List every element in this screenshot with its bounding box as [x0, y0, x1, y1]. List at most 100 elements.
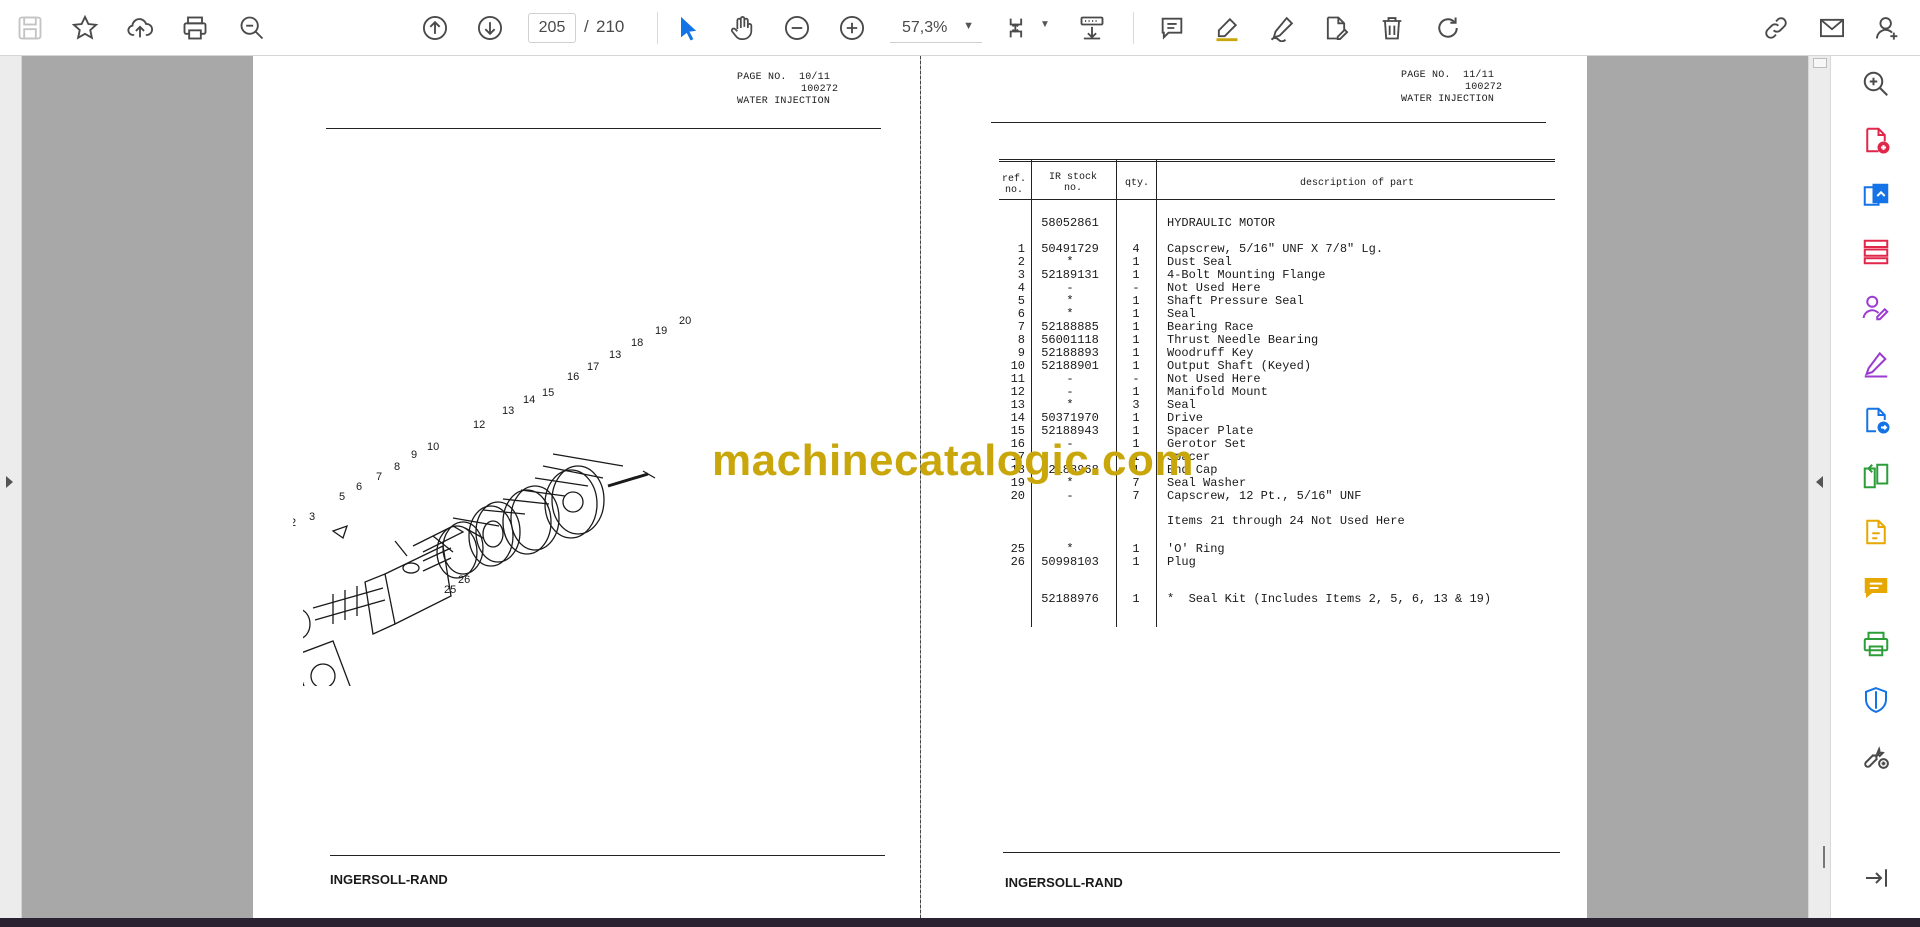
svg-text:2: 2	[293, 517, 296, 529]
bookmark-star-icon[interactable]	[67, 10, 103, 46]
page-total: 210	[596, 17, 625, 36]
page-separator: /	[584, 17, 589, 36]
cell-stock: 50998103	[1041, 555, 1099, 569]
zoom-level-value: 57,3%	[902, 18, 948, 36]
scroll-mode-icon[interactable]	[1074, 10, 1110, 46]
watermark-text: machinecatalogic.com	[712, 436, 1194, 485]
send-for-review-icon[interactable]	[1858, 402, 1894, 438]
search-zoom-icon[interactable]	[1858, 66, 1894, 102]
chevron-down-icon[interactable]: ▼	[1040, 19, 1050, 30]
cell-desc: HYDRAULIC MOTOR	[1167, 216, 1276, 230]
zoom-out-icon[interactable]	[779, 10, 815, 46]
svg-text:25: 25	[444, 584, 456, 596]
section-title: WATER INJECTION	[737, 96, 831, 107]
chevron-down-icon: ▼	[963, 20, 974, 32]
scrollbar-top	[1813, 58, 1827, 68]
svg-text:15: 15	[542, 387, 554, 399]
protect-shield-icon[interactable]	[1858, 682, 1894, 718]
sign-icon[interactable]	[1264, 10, 1300, 46]
zoom-search-icon[interactable]	[234, 10, 270, 46]
svg-text:13: 13	[502, 405, 514, 417]
toolbar-divider	[657, 12, 658, 44]
save-icon[interactable]	[12, 10, 48, 46]
col-description: description of part	[1299, 178, 1415, 189]
svg-text:13: 13	[609, 349, 621, 361]
cell-stock: -	[1066, 489, 1074, 503]
select-cursor-icon[interactable]	[670, 10, 706, 46]
collapse-panel-icon[interactable]	[1858, 860, 1894, 896]
export-pdf-icon[interactable]	[1858, 178, 1894, 214]
footer-rule	[330, 855, 885, 856]
share-link-icon[interactable]	[1758, 10, 1794, 46]
page-header: PAGE NO. 11/11 100272 WATER INJECTION	[1401, 70, 1502, 106]
rotate-icon[interactable]	[1430, 10, 1466, 46]
upload-cloud-icon[interactable]	[122, 10, 158, 46]
scrollbar-thumb[interactable]	[1823, 846, 1825, 868]
svg-text:12: 12	[473, 419, 485, 431]
edit-pdf-icon[interactable]	[1318, 10, 1354, 46]
svg-text:17: 17	[587, 361, 599, 373]
doc-number: 100272	[801, 84, 839, 95]
page-no-label: PAGE NO.	[1401, 70, 1451, 81]
footer-brand: INGERSOLL-RAND	[330, 872, 448, 887]
diagram-callouts: 123 567 8910 121314 151617 131819 202526	[293, 315, 691, 596]
page-number-input[interactable]	[528, 13, 576, 43]
svg-text:8: 8	[394, 461, 400, 473]
next-page-icon[interactable]	[472, 10, 508, 46]
collapse-right-icon[interactable]	[1816, 476, 1823, 488]
footer-brand: INGERSOLL-RAND	[1005, 875, 1123, 890]
doc-number: 100272	[1465, 82, 1503, 93]
page-no-value: 10/11	[799, 72, 831, 83]
delete-icon[interactable]	[1374, 10, 1410, 46]
edit-text-icon[interactable]	[1858, 514, 1894, 550]
cell-desc: * Seal Kit (Includes Items 2, 5, 6, 13 &…	[1167, 592, 1492, 606]
page-fit-icon[interactable]	[1002, 10, 1038, 46]
print-icon[interactable]	[177, 10, 213, 46]
vertical-scrollbar[interactable]	[1808, 56, 1830, 918]
more-tools-icon[interactable]	[1858, 738, 1894, 774]
comment-icon[interactable]	[1154, 10, 1190, 46]
header-rule	[326, 128, 881, 129]
tools-panel	[1830, 56, 1920, 918]
svg-text:9: 9	[411, 449, 417, 461]
expand-left-icon	[6, 476, 13, 488]
table-note: Items 21 through 24 Not Used Here	[1167, 514, 1405, 528]
svg-text:5: 5	[339, 491, 345, 503]
cell-qty: 7	[1132, 489, 1140, 503]
previous-page-icon[interactable]	[417, 10, 453, 46]
zoom-level-dropdown[interactable]: 57,3% ▼	[890, 13, 982, 43]
zoom-in-icon[interactable]	[834, 10, 870, 46]
cell-ref: 26	[1010, 555, 1025, 569]
toolbar-divider	[1133, 12, 1134, 44]
compare-files-icon[interactable]	[1858, 458, 1894, 494]
organize-pages-icon[interactable]	[1858, 234, 1894, 270]
cell-desc: Plug	[1167, 555, 1196, 569]
request-signature-icon[interactable]	[1858, 290, 1894, 326]
parts-table: ref. no. IR stock no. qty. description of …	[999, 159, 1555, 679]
footer-rule	[1003, 852, 1560, 853]
print-production-icon[interactable]	[1858, 626, 1894, 662]
svg-text:16: 16	[567, 371, 579, 383]
col-ref: ref. no.	[1001, 174, 1026, 196]
svg-text:26: 26	[458, 574, 470, 586]
email-icon[interactable]	[1814, 10, 1850, 46]
document-page-left: PAGE NO. 10/11 100272 WATER INJECTION 2 …	[253, 56, 920, 918]
taskbar-strip	[0, 918, 1920, 927]
top-toolbar: / 210 57,3% ▼ ▼	[0, 0, 1920, 56]
account-icon[interactable]	[1870, 10, 1906, 46]
page-no-value: 11/11	[1463, 70, 1495, 81]
left-panel-toggle[interactable]	[0, 56, 22, 918]
fill-sign-icon[interactable]	[1858, 346, 1894, 382]
cell-qty: 1	[1132, 592, 1140, 606]
comment-panel-icon[interactable]	[1858, 570, 1894, 606]
hand-pan-icon[interactable]	[724, 10, 760, 46]
section-title: WATER INJECTION	[1401, 94, 1495, 105]
svg-text:3: 3	[309, 511, 315, 523]
cell-stock: 58052861	[1041, 216, 1099, 230]
create-pdf-icon[interactable]	[1858, 122, 1894, 158]
cell-desc: Capscrew, 12 Pt., 5/16" UNF	[1167, 489, 1362, 503]
svg-text:20: 20	[679, 315, 691, 327]
highlight-icon[interactable]	[1209, 10, 1245, 46]
svg-text:19: 19	[655, 325, 667, 337]
page-no-label: PAGE NO.	[737, 72, 787, 83]
